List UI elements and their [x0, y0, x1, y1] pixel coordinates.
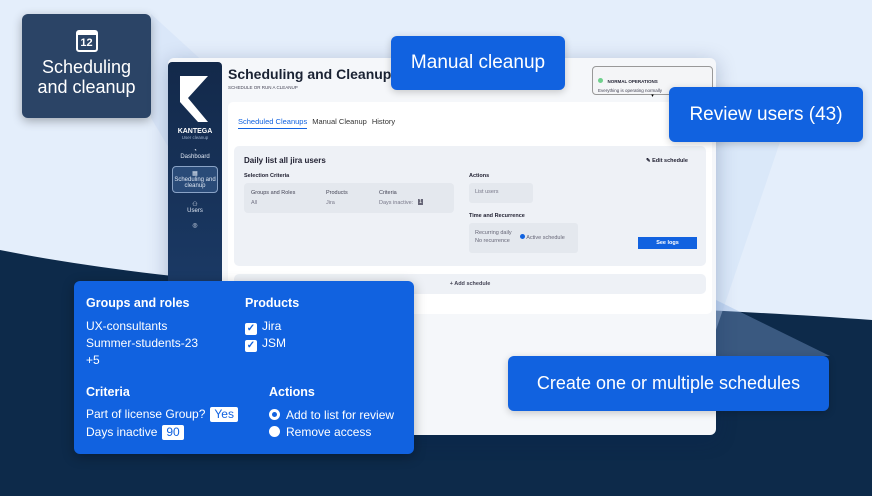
actions-title: Actions: [269, 385, 315, 399]
label: Users: [187, 208, 203, 214]
active-dot: [520, 234, 525, 239]
users-icon: ⚇: [192, 202, 198, 208]
criteria-panel: Groups and roles UX-consultants Summer-s…: [74, 281, 414, 454]
page-subtitle: SCHEDULE OR RUN A CLEANUP: [228, 85, 298, 90]
group-more: +5: [86, 353, 100, 367]
val-products: Jira: [326, 200, 335, 206]
manual-cleanup-callout: Manual cleanup: [391, 36, 565, 90]
see-logs-button[interactable]: See logs: [638, 237, 697, 249]
col-criteria: Criteria: [379, 190, 397, 196]
radio-icon: [269, 426, 280, 437]
brand-sub: User cleanup: [181, 135, 209, 140]
criteria-box: Groups and Roles Products Criteria All J…: [244, 183, 454, 213]
license-label: Part of license Group?: [86, 407, 206, 421]
edit-schedule-link[interactable]: ✎ Edit schedule: [646, 158, 688, 164]
calendar-icon: 12: [75, 30, 98, 52]
radio-selected-icon: [269, 409, 280, 420]
sidebar-item-users[interactable]: ⚇ Users: [168, 201, 222, 214]
active-label: Active schedule: [526, 235, 565, 241]
brand: KANTEGA: [177, 128, 213, 135]
tab-scheduled[interactable]: Scheduled Cleanups: [238, 117, 308, 129]
checkbox-checked-icon: ✓: [245, 340, 257, 352]
schedule-card: Daily list all jira users ✎ Edit schedul…: [234, 146, 706, 266]
label: Scheduling and cleanup: [174, 177, 216, 189]
criteria-title: Criteria: [86, 385, 130, 399]
kantega-logo: [178, 72, 212, 124]
group-item: UX-consultants: [86, 319, 168, 333]
label: Jira: [262, 319, 282, 333]
status-title: NORMAL OPERATIONS: [607, 79, 658, 84]
sidebar-item-scheduling[interactable]: ▦ Scheduling and cleanup: [172, 166, 218, 193]
groups-title: Groups and roles: [86, 296, 190, 310]
action-list-users: List users: [469, 183, 533, 203]
product-jira[interactable]: ✓ Jira: [245, 318, 286, 335]
col-products: Products: [326, 190, 348, 196]
scheduling-callout: 12 Scheduling and cleanup: [22, 14, 151, 118]
days-badge: 1: [418, 199, 424, 205]
coins-icon: ◎: [192, 223, 198, 229]
create-schedules-callout: Create one or multiple schedules: [508, 356, 829, 411]
calendar-icon: ▦: [192, 171, 198, 177]
actions-label: Actions: [469, 173, 490, 179]
license-value[interactable]: Yes: [210, 407, 238, 422]
callout-text: Scheduling and cleanup: [37, 57, 136, 97]
action-remove-access[interactable]: Remove access: [269, 424, 394, 441]
page-title: Scheduling and Cleanup: [228, 66, 392, 82]
label: JSM: [262, 336, 286, 350]
checkbox-checked-icon: ✓: [245, 323, 257, 335]
product-jsm[interactable]: ✓ JSM: [245, 335, 286, 352]
sidebar-item-coins[interactable]: ◎: [168, 222, 222, 229]
recurrence: No recurrence: [475, 238, 510, 244]
label: Remove access: [286, 425, 372, 439]
inactive-value[interactable]: 90: [162, 425, 184, 440]
inactive-label: Days inactive: [86, 425, 158, 439]
selection-label: Selection Criteria: [244, 173, 290, 179]
time-label: Time and Recurrence: [469, 213, 525, 219]
action-add-review[interactable]: Add to list for review: [269, 407, 394, 424]
tab-manual[interactable]: Manual Cleanup: [312, 117, 367, 129]
recurrence-box: Recurring daily No recurrence Active sch…: [469, 223, 578, 253]
label: Add to list for review: [286, 408, 395, 422]
status-dot: [598, 78, 603, 83]
tabs: Scheduled Cleanups Manual Cleanup Histor…: [238, 117, 395, 129]
sidebar-item-dashboard[interactable]: ◔ Dashboard: [168, 148, 222, 160]
val-groups: All: [251, 200, 258, 206]
group-item: Summer-students-23: [86, 336, 199, 350]
val-criteria: Days inactive:: [379, 200, 414, 206]
schedule-name: Daily list all jira users: [244, 156, 326, 165]
review-users-callout: Review users (43): [669, 87, 863, 142]
recurring: Recurring daily: [475, 230, 512, 236]
label: Edit schedule: [652, 158, 688, 164]
col-groups: Groups and Roles: [251, 190, 296, 196]
products-title: Products: [245, 296, 300, 310]
label: Dashboard: [180, 154, 210, 160]
tab-history[interactable]: History: [372, 117, 395, 129]
